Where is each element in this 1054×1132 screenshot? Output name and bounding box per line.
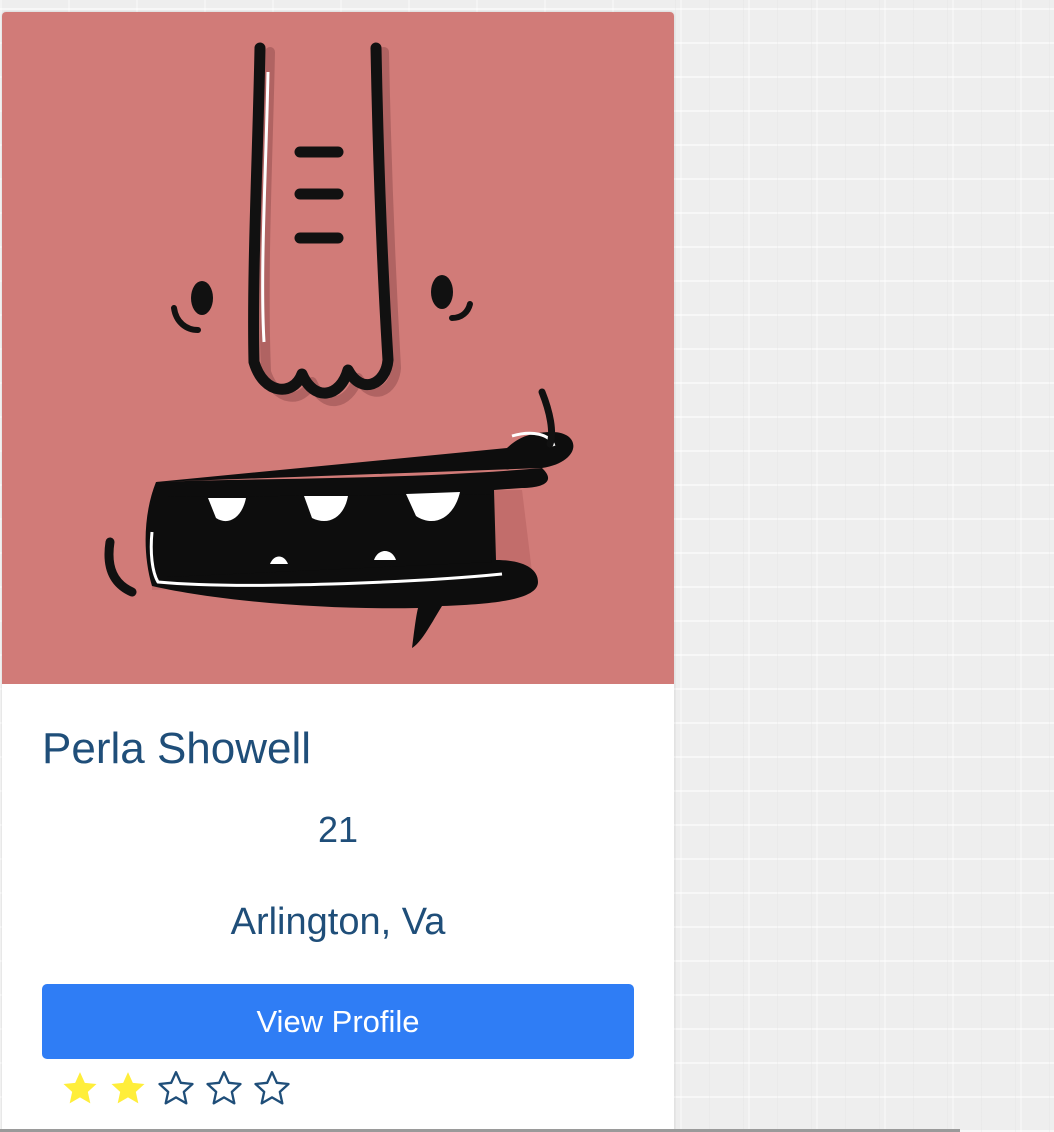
star-icon-4[interactable] bbox=[204, 1068, 244, 1108]
star-icon-5[interactable] bbox=[252, 1068, 292, 1108]
profile-age: 21 bbox=[317, 809, 359, 850]
star-rating bbox=[60, 1068, 292, 1110]
star-icon-2[interactable] bbox=[108, 1068, 148, 1108]
profile-location: Arlington, Va bbox=[230, 901, 446, 943]
monster-face-icon bbox=[104, 42, 574, 648]
profile-name: Perla Showell bbox=[42, 724, 312, 773]
view-profile-button[interactable]: View Profile bbox=[42, 984, 634, 1059]
profile-card: Perla Showell 21 Arlington, Va View Prof… bbox=[2, 12, 674, 1132]
brick-wall-background bbox=[675, 0, 1054, 1132]
star-icon-1[interactable] bbox=[60, 1068, 100, 1108]
star-icon-3[interactable] bbox=[156, 1068, 196, 1108]
avatar bbox=[2, 12, 674, 684]
